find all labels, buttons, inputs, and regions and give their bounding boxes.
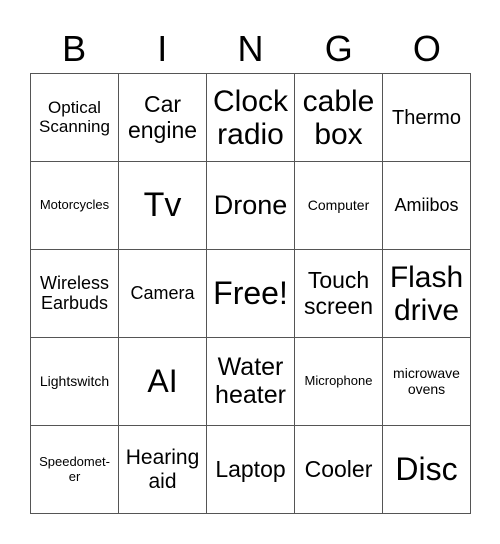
bingo-cell[interactable]: Speedomet-er: [31, 426, 119, 514]
bingo-cell[interactable]: Microphone: [295, 338, 383, 426]
bingo-cell[interactable]: microwave ovens: [383, 338, 471, 426]
bingo-cell[interactable]: Car engine: [119, 74, 207, 162]
bingo-cell[interactable]: Tv: [119, 162, 207, 250]
bingo-cell[interactable]: Clock radio: [207, 74, 295, 162]
bingo-cell[interactable]: Thermo: [383, 74, 471, 162]
bingo-cell[interactable]: Hearing aid: [119, 426, 207, 514]
bingo-cell[interactable]: Camera: [119, 250, 207, 338]
bingo-cell[interactable]: Cooler: [295, 426, 383, 514]
bingo-cell[interactable]: Touch screen: [295, 250, 383, 338]
bingo-grid: Optical Scanning Car engine Clock radio …: [30, 73, 471, 514]
header-letter-o: O: [412, 28, 441, 69]
bingo-cell[interactable]: cable box: [295, 74, 383, 162]
bingo-cell[interactable]: Flash drive: [383, 250, 471, 338]
bingo-cell[interactable]: Laptop: [207, 426, 295, 514]
header-letter-g: G: [324, 28, 353, 69]
bingo-cell[interactable]: Optical Scanning: [31, 74, 119, 162]
bingo-cell[interactable]: Motorcycles: [31, 162, 119, 250]
bingo-cell[interactable]: Disc: [383, 426, 471, 514]
free-space-cell[interactable]: Free!: [207, 250, 295, 338]
bingo-cell[interactable]: Wireless Earbuds: [31, 250, 119, 338]
bingo-cell[interactable]: Water heater: [207, 338, 295, 426]
header-letter-n: N: [237, 28, 264, 69]
bingo-cell[interactable]: AI: [119, 338, 207, 426]
header-letter-i: I: [157, 28, 168, 69]
bingo-cell[interactable]: Amiibos: [383, 162, 471, 250]
bingo-header: B I N G O: [30, 24, 471, 74]
bingo-cell[interactable]: Lightswitch: [31, 338, 119, 426]
bingo-cell[interactable]: Drone: [207, 162, 295, 250]
bingo-cell[interactable]: Computer: [295, 162, 383, 250]
header-letter-b: B: [62, 28, 87, 69]
